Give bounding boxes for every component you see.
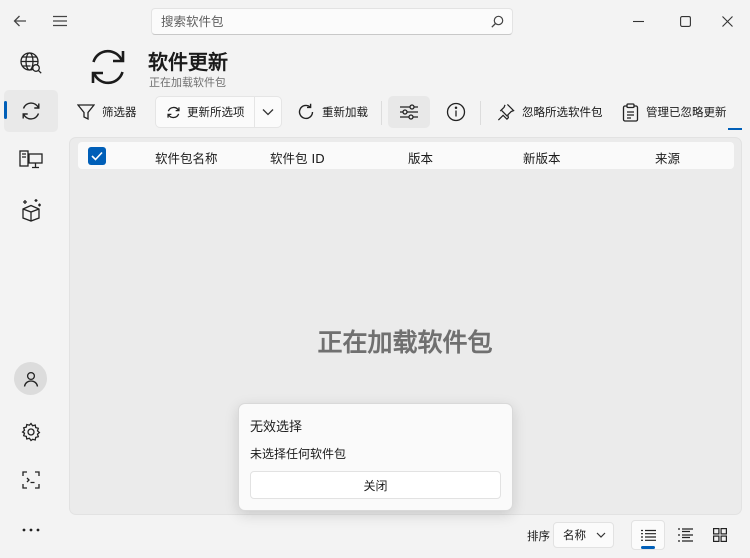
- sort-select[interactable]: 名称: [553, 522, 614, 548]
- hamburger-icon: [53, 15, 67, 27]
- toolbar-scroll-indicator: [728, 128, 742, 130]
- toolbar-divider: [381, 101, 382, 125]
- column-header-name[interactable]: 软件包名称: [155, 148, 218, 167]
- chevron-down-icon: [262, 109, 274, 116]
- update-selected-label: 更新所选项: [187, 105, 245, 119]
- avatar[interactable]: [14, 362, 47, 395]
- column-header-version[interactable]: 版本: [408, 148, 433, 167]
- search-box[interactable]: [151, 8, 513, 35]
- loading-message: 正在加载软件包: [317, 328, 493, 357]
- view-details-button[interactable]: [668, 520, 702, 550]
- refresh-large-icon: [91, 49, 125, 85]
- globe-search-icon: [20, 52, 42, 74]
- nav-active-indicator: [4, 101, 7, 119]
- dialog-message: 未选择任何软件包: [250, 447, 347, 461]
- column-header-source[interactable]: 来源: [655, 148, 680, 167]
- search-icon[interactable]: [491, 15, 504, 28]
- update-selected-button[interactable]: 更新所选项: [156, 97, 254, 127]
- sort-value: 名称: [563, 528, 586, 542]
- desktop-icon: [19, 150, 43, 169]
- console-icon: [22, 471, 40, 489]
- more-icon: [22, 528, 40, 532]
- sort-label: 排序: [527, 529, 550, 543]
- info-button[interactable]: [446, 97, 466, 127]
- info-icon: [446, 102, 466, 122]
- minimize-button[interactable]: [623, 6, 653, 36]
- view-grid-button[interactable]: [703, 520, 737, 550]
- user-icon: [23, 371, 38, 387]
- arrow-left-icon: [13, 15, 26, 27]
- column-header-id[interactable]: 软件包 ID: [270, 148, 325, 167]
- nav-installed[interactable]: [4, 139, 58, 181]
- nav-logs[interactable]: [4, 459, 58, 501]
- reload-icon: [298, 103, 314, 120]
- search-input[interactable]: [161, 14, 491, 29]
- list-view-icon: [640, 529, 656, 541]
- page-title: 软件更新: [148, 50, 228, 74]
- filters-label: 筛选器: [102, 105, 137, 119]
- page-subtitle: 正在加载软件包: [149, 76, 226, 89]
- dialog-close-button[interactable]: 关闭: [250, 471, 501, 499]
- filters-button[interactable]: 筛选器: [77, 97, 137, 127]
- view-active-indicator: [641, 546, 655, 549]
- manage-ignored-label: 管理已忽略更新: [646, 105, 727, 119]
- package-sparkle-icon: [22, 199, 41, 222]
- nav-settings[interactable]: [4, 411, 58, 453]
- select-all-checkbox[interactable]: [88, 147, 106, 165]
- menu-button[interactable]: [45, 6, 75, 36]
- update-options-dropdown[interactable]: [254, 97, 281, 127]
- refresh-icon: [22, 102, 40, 120]
- nav-updates[interactable]: [4, 90, 58, 132]
- update-selected-split-button[interactable]: 更新所选项: [155, 96, 282, 128]
- maximize-button[interactable]: [670, 6, 700, 36]
- dialog-title: 无效选择: [250, 420, 303, 435]
- clipboard-icon: [622, 102, 639, 122]
- sliders-icon: [400, 104, 418, 120]
- filter-icon: [77, 104, 95, 121]
- refresh-small-icon: [167, 106, 180, 118]
- minimize-icon: [632, 20, 644, 22]
- gear-icon: [21, 422, 41, 442]
- reload-label: 重新加载: [322, 105, 368, 119]
- detail-list-icon: [677, 528, 693, 542]
- close-window-button[interactable]: [712, 6, 742, 36]
- nav-more[interactable]: [4, 509, 58, 551]
- toolbar-divider-2: [480, 101, 481, 125]
- options-button[interactable]: [388, 96, 430, 128]
- chevron-down-icon: [596, 532, 606, 538]
- check-icon: [91, 151, 103, 161]
- close-icon: [721, 15, 733, 27]
- pin-off-icon: [497, 103, 515, 121]
- maximize-icon: [679, 15, 691, 27]
- back-button[interactable]: [5, 6, 35, 36]
- nav-bundles[interactable]: [4, 189, 58, 231]
- page-icon: [86, 45, 130, 89]
- manage-ignored-button[interactable]: 管理已忽略更新: [622, 97, 727, 127]
- reload-button[interactable]: 重新加载: [297, 97, 368, 127]
- grid-view-icon: [713, 528, 727, 542]
- column-header-new-version[interactable]: 新版本: [523, 148, 561, 167]
- ignore-selected-button[interactable]: 忽略所选软件包: [496, 97, 603, 127]
- ignore-selected-label: 忽略所选软件包: [522, 105, 603, 119]
- nav-discover[interactable]: [4, 42, 58, 84]
